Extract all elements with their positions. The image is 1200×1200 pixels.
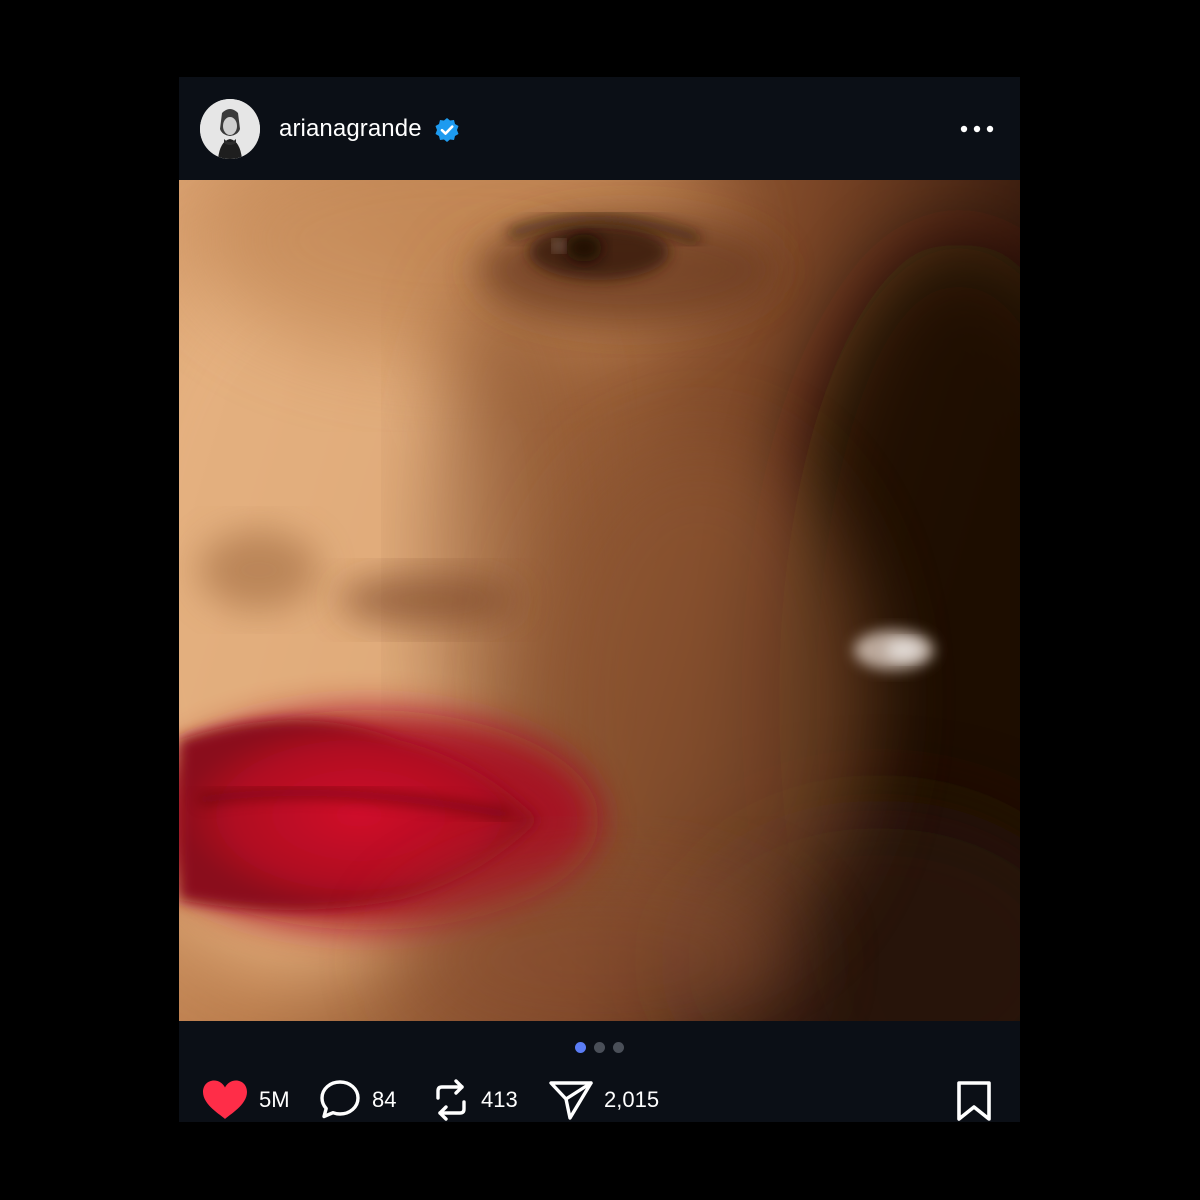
bookmark-icon[interactable] xyxy=(955,1080,993,1122)
repost-icon xyxy=(436,1078,466,1121)
post-image xyxy=(179,180,1020,1021)
more-options-icon[interactable] xyxy=(955,115,999,143)
send-icon xyxy=(549,1080,593,1120)
verified-badge-icon xyxy=(435,118,459,142)
comment-count: 84 xyxy=(372,1086,397,1112)
carousel-dot[interactable] xyxy=(613,1042,624,1053)
carousel-dot-active[interactable] xyxy=(575,1042,586,1053)
like-count: 5M xyxy=(259,1086,290,1112)
post-header: arianagrande xyxy=(179,77,1020,180)
carousel-indicator xyxy=(179,1042,1020,1056)
comment-icon xyxy=(320,1079,360,1118)
like-button[interactable]: 5M xyxy=(201,1077,290,1122)
repost-button[interactable]: 413 xyxy=(431,1077,518,1122)
share-button[interactable]: 2,015 xyxy=(548,1077,659,1122)
action-bar: 5M 84 413 2,015 xyxy=(179,1077,1020,1122)
username[interactable]: arianagrande xyxy=(279,115,422,143)
avatar[interactable] xyxy=(200,99,260,159)
comment-button[interactable]: 84 xyxy=(318,1077,396,1122)
avatar-image xyxy=(200,99,260,159)
post-photo[interactable] xyxy=(179,180,1020,1021)
share-count: 2,015 xyxy=(604,1086,660,1112)
repost-count: 413 xyxy=(481,1086,518,1112)
post-card: arianagrande 5M 84 413 2,015 xyxy=(179,77,1020,1122)
carousel-dot[interactable] xyxy=(594,1042,605,1053)
heart-icon xyxy=(203,1080,247,1119)
